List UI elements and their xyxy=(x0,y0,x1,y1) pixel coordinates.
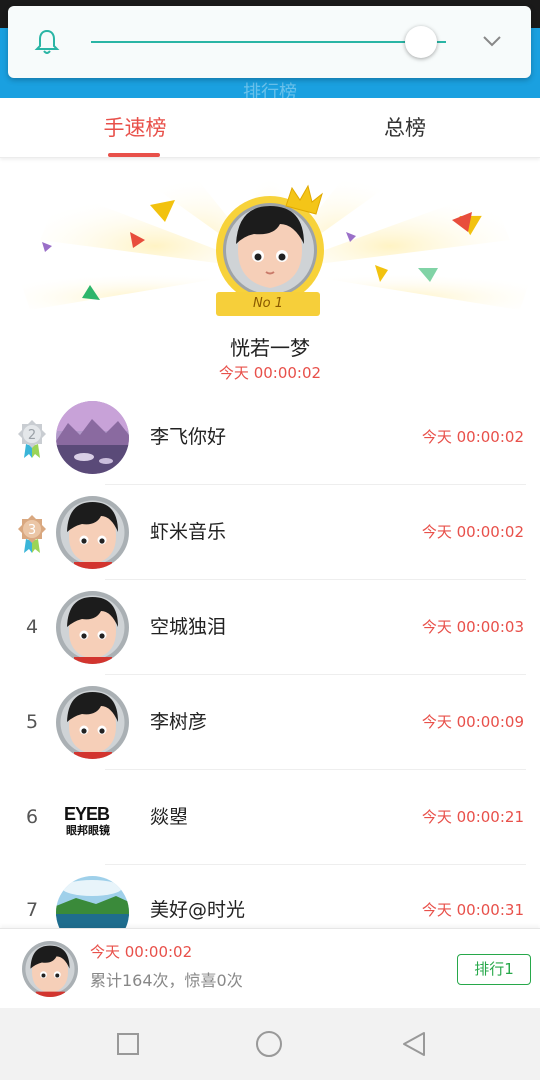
eyeglass-store-logo: EYEB 眼邦眼镜 xyxy=(56,781,129,854)
player-time: 今天 00:00:21 xyxy=(421,808,524,826)
player-time: 今天 00:00:02 xyxy=(421,523,524,541)
player-name: 李飞你好 xyxy=(150,426,227,448)
active-tab-indicator xyxy=(108,153,160,157)
cartoon-boy-avatar xyxy=(56,591,129,664)
player-time: 今天 00:00:02 xyxy=(421,428,524,446)
ranking-row[interactable]: 2 李飞你好 今天 00:00:02 xyxy=(0,390,540,485)
player-time: 今天 00:00:03 xyxy=(421,618,524,636)
volume-panel xyxy=(8,6,531,78)
logo-bottom-text: 眼邦眼镜 xyxy=(66,824,110,837)
rank-number: 4 xyxy=(25,616,39,638)
ranking-row[interactable]: 4 空城独泪 今天 00:00:03 xyxy=(0,580,540,675)
rank-number: 5 xyxy=(25,711,39,733)
medal-number: 3 xyxy=(28,523,36,538)
player-name: 虾米音乐 xyxy=(150,521,227,543)
player-name: 燚曌 xyxy=(150,806,189,828)
logo-top-text: EYEB xyxy=(64,804,110,824)
champion-time: 今天 00:00:02 xyxy=(218,364,322,382)
back-icon[interactable] xyxy=(400,1030,428,1058)
rank-number: 7 xyxy=(25,899,39,921)
player-name: 李树彦 xyxy=(150,711,208,733)
ranking-row[interactable]: 3 虾米音乐 今天 00:00:02 xyxy=(0,485,540,580)
system-nav-bar xyxy=(0,1008,540,1080)
ranking-row[interactable]: 5 李树彦 今天 00:00:09 xyxy=(0,675,540,770)
champion-ribbon: No 1 xyxy=(216,292,320,316)
my-rank-bar: 今天 00:00:02 累计164次，惊喜0次 排行1 xyxy=(0,928,540,1008)
tab-speed-ranking[interactable]: 手速榜 xyxy=(0,98,270,158)
ranking-row[interactable]: 7 美好@时光 今天 00:00:31 xyxy=(0,865,540,928)
ranking-row[interactable]: 6 EYEB 眼邦眼镜 燚曌 今天 00:00:21 xyxy=(0,770,540,865)
tab-bar: 手速榜 总榜 xyxy=(0,98,540,158)
champion-section: No 1 恍若一梦 今天 00:00:02 xyxy=(0,160,540,390)
silver-medal-icon: 2 xyxy=(18,420,46,458)
volume-slider-handle[interactable] xyxy=(405,26,438,58)
champion-badge: No 1 xyxy=(252,296,284,311)
tab-total-ranking[interactable]: 总榜 xyxy=(270,98,540,158)
lake-avatar xyxy=(56,876,129,928)
cartoon-boy-avatar xyxy=(56,686,129,759)
medal-number: 2 xyxy=(28,428,36,443)
recent-apps-icon[interactable] xyxy=(114,1030,142,1058)
my-avatar[interactable] xyxy=(22,941,78,997)
player-time: 今天 00:00:09 xyxy=(421,713,524,731)
champion-name: 恍若一梦 xyxy=(230,336,310,360)
player-time: 今天 00:00:31 xyxy=(421,901,524,919)
rank-number: 6 xyxy=(25,806,39,828)
landscape-avatar xyxy=(56,401,129,474)
home-icon[interactable] xyxy=(255,1030,283,1058)
my-rank-button[interactable]: 排行1 xyxy=(457,954,531,985)
bronze-medal-icon: 3 xyxy=(18,515,46,553)
my-time: 今天 00:00:02 xyxy=(90,943,193,961)
volume-slider-track[interactable] xyxy=(91,41,446,43)
player-name: 美好@时光 xyxy=(150,899,246,921)
player-name: 空城独泪 xyxy=(150,616,227,638)
bell-icon[interactable] xyxy=(34,28,60,56)
cartoon-boy-avatar xyxy=(56,496,129,569)
chevron-down-icon[interactable] xyxy=(482,34,502,48)
my-stats: 累计164次，惊喜0次 xyxy=(90,971,243,990)
